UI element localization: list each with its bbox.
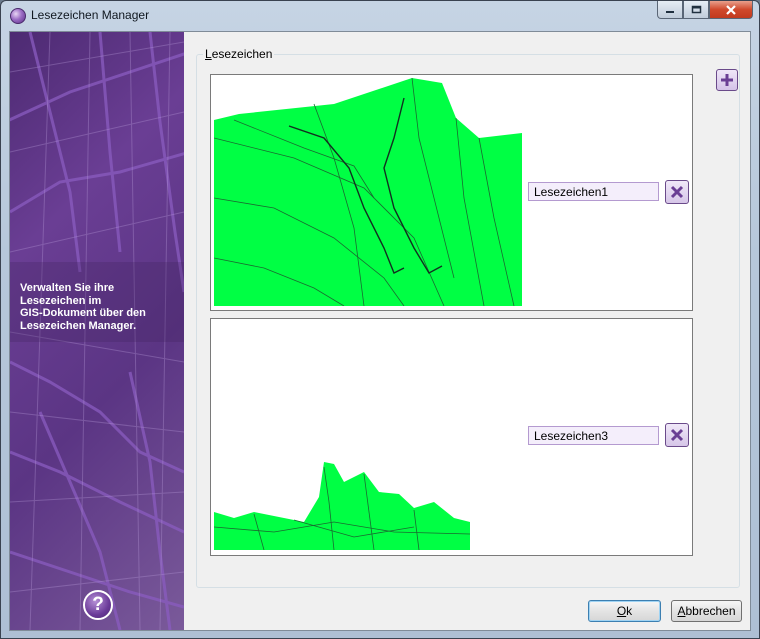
app-icon <box>10 8 26 24</box>
dialog-window: Lesezeichen Manager Verwalten Sie ihre L… <box>0 0 760 639</box>
bookmarks-group: Lesezeichen Lesezeichen1 Lesezeichen3 <box>196 47 740 588</box>
caption-buttons <box>657 1 753 21</box>
ok-button[interactable]: Ok <box>588 600 661 622</box>
bookmark-item[interactable]: Lesezeichen3 <box>210 318 693 556</box>
bookmark-item[interactable]: Lesezeichen1 <box>210 74 693 311</box>
help-icon: ? <box>92 594 104 615</box>
delete-bookmark-button[interactable] <box>665 423 689 447</box>
delete-x-icon <box>670 428 684 442</box>
help-button[interactable]: ? <box>83 590 113 620</box>
cancel-button[interactable]: Abbrechen <box>671 600 742 622</box>
plus-icon <box>721 74 733 86</box>
bookmark-thumbnail <box>214 462 471 550</box>
close-icon <box>726 4 736 15</box>
group-title: Lesezeichen <box>203 47 275 61</box>
close-button[interactable] <box>709 1 753 19</box>
delete-x-icon <box>670 185 684 199</box>
sidebar-description: Verwalten Sie ihre Lesezeichen im GIS-Do… <box>20 282 146 332</box>
bookmark-name-field[interactable]: Lesezeichen3 <box>528 426 659 445</box>
maximize-icon <box>691 5 701 14</box>
side-banner: Verwalten Sie ihre Lesezeichen im GIS-Do… <box>10 32 184 630</box>
title-bar[interactable]: Lesezeichen Manager <box>1 1 759 31</box>
minimize-button[interactable] <box>657 1 683 19</box>
minimize-icon <box>666 10 674 13</box>
delete-bookmark-button[interactable] <box>665 180 689 204</box>
bookmark-thumbnail <box>214 78 522 306</box>
bookmark-name-field[interactable]: Lesezeichen1 <box>528 182 659 201</box>
window-title: Lesezeichen Manager <box>31 8 150 22</box>
maximize-button[interactable] <box>683 1 709 19</box>
add-bookmark-button[interactable] <box>716 69 738 91</box>
dialog-client: Verwalten Sie ihre Lesezeichen im GIS-Do… <box>9 31 751 631</box>
